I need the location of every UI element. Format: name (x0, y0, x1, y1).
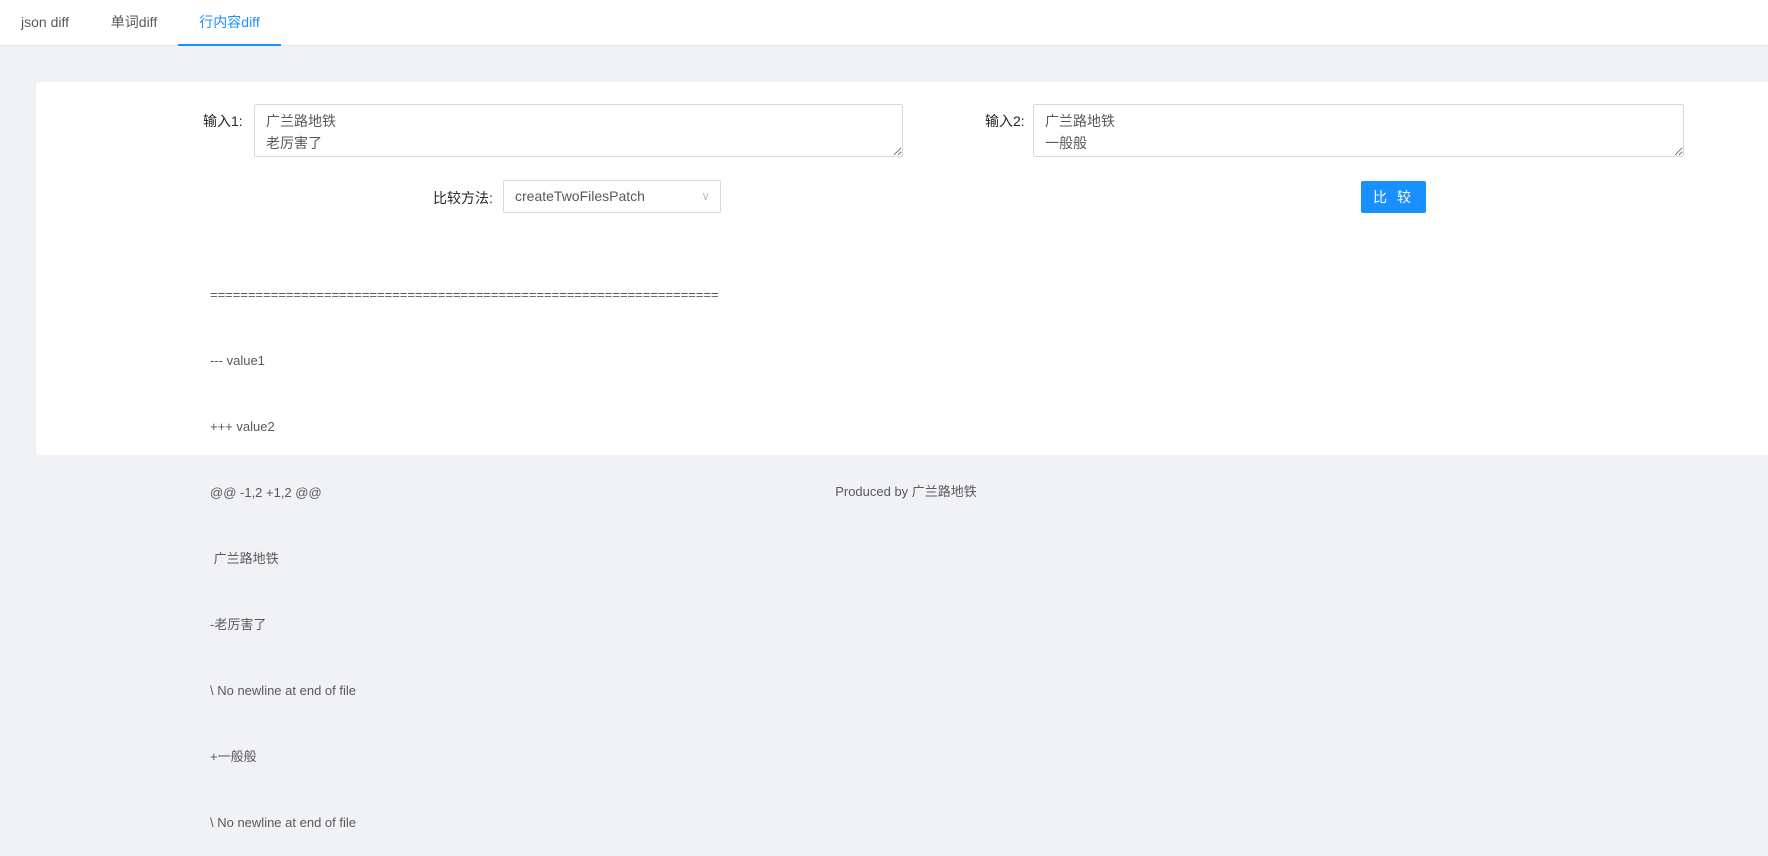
output-line: --- value1 (210, 353, 265, 368)
input2-label: 输入2: (985, 113, 1025, 129)
input1-label: 输入1: (203, 113, 243, 129)
tab-word-diff[interactable]: 单词diff (108, 0, 160, 46)
output-line: 广兰路地铁 (210, 551, 279, 566)
method-label: 比较方法: (433, 190, 493, 206)
diff-output: ========================================… (210, 240, 719, 856)
input1-textarea[interactable] (254, 104, 903, 157)
compare-button[interactable]: 比 较 (1361, 181, 1426, 213)
output-line: ========================================… (210, 287, 719, 302)
method-select[interactable]: createTwoFilesPatch ∨ (503, 180, 721, 213)
output-line: \ No newline at end of file (210, 815, 356, 830)
output-line: -老厉害了 (210, 617, 267, 632)
method-select-value: createTwoFilesPatch (515, 188, 645, 204)
tab-line-diff[interactable]: 行内容diff (178, 0, 281, 46)
output-line: +一般般 (210, 749, 257, 764)
output-line: \ No newline at end of file (210, 683, 356, 698)
tab-json-diff[interactable]: json diff (18, 0, 72, 46)
output-line: +++ value2 (210, 419, 275, 434)
tab-bar: json diff 单词diff 行内容diff (0, 0, 1768, 46)
footer: Produced by 广兰路地铁 (835, 484, 977, 499)
input2-textarea[interactable] (1033, 104, 1684, 157)
chevron-down-icon: ∨ (701, 189, 710, 203)
